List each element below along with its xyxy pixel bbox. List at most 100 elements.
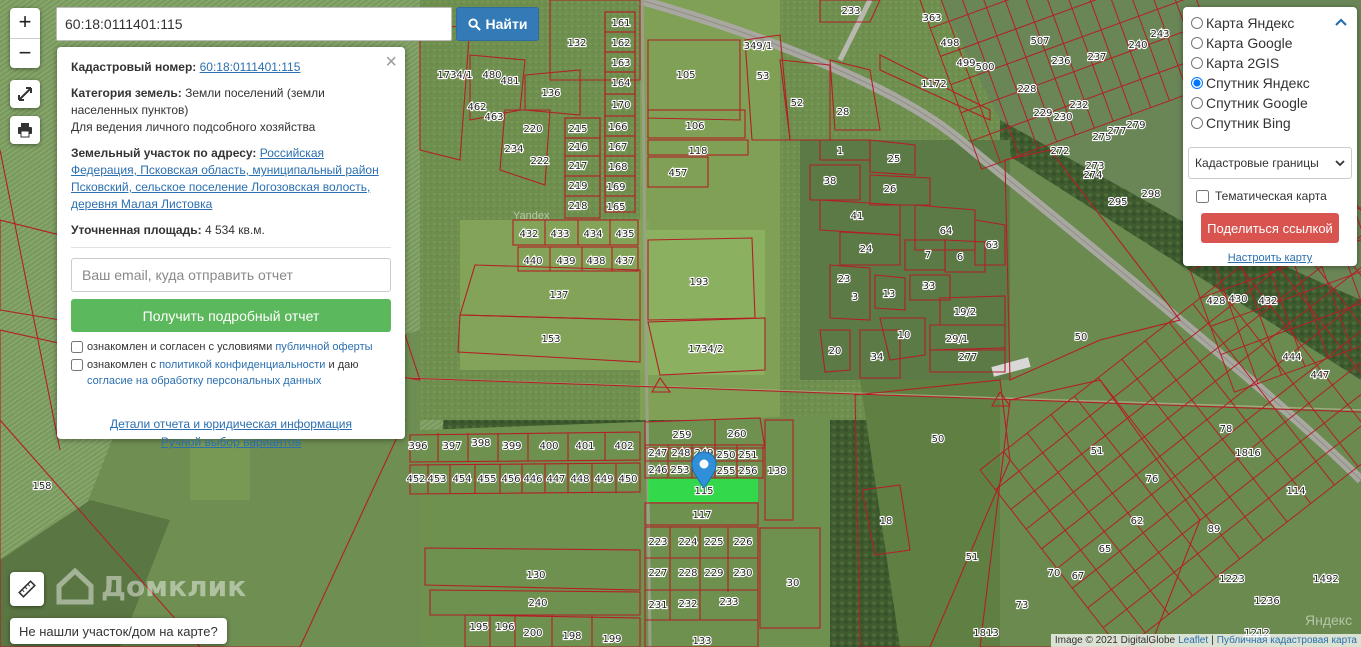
parcel-label[interactable]: 51 xyxy=(1090,445,1105,458)
parcel-label[interactable]: 433 xyxy=(549,228,570,241)
parcel-label[interactable]: 18 xyxy=(879,515,894,528)
parcel-label[interactable]: 444 xyxy=(1281,351,1302,364)
layer-option[interactable]: Карта Google xyxy=(1191,33,1349,53)
parcel-label[interactable]: 222 xyxy=(529,155,550,168)
parcel-label[interactable]: 89 xyxy=(1207,523,1222,536)
email-input[interactable] xyxy=(71,258,391,292)
parcel-label[interactable]: 246 xyxy=(647,464,668,477)
parcel-label[interactable]: 430 xyxy=(1227,293,1248,306)
parcel-label[interactable]: 52 xyxy=(790,97,805,110)
parcel-label[interactable]: 166 xyxy=(607,121,628,134)
parcel-label[interactable]: 401 xyxy=(574,440,595,453)
parcel-label[interactable]: 28 xyxy=(836,106,851,119)
parcel-label[interactable]: 38 xyxy=(823,175,838,188)
parcel-label[interactable]: 130 xyxy=(525,569,546,582)
parcel-label[interactable]: 432 xyxy=(1257,295,1278,308)
parcel-label[interactable]: 277 xyxy=(1106,125,1127,138)
parcel-label[interactable]: 435 xyxy=(614,228,635,241)
parcel-label[interactable]: 279 xyxy=(1125,119,1146,132)
parcel-label[interactable]: 446 xyxy=(522,473,543,486)
parcel-label[interactable]: 223 xyxy=(647,536,668,549)
print-button[interactable] xyxy=(10,116,40,144)
parcel-label[interactable]: 260 xyxy=(726,428,747,441)
parcel-label[interactable]: 114 xyxy=(1285,485,1306,498)
parcel-label[interactable]: 234 xyxy=(503,143,524,156)
parcel-label[interactable]: 452 xyxy=(405,473,426,486)
parcel-label[interactable]: 162 xyxy=(610,37,631,50)
parcel-label[interactable]: 215 xyxy=(567,123,588,136)
parcel-label[interactable]: 10 xyxy=(897,329,912,342)
not-found-button[interactable]: Не нашли участок/дом на карте? xyxy=(10,618,227,644)
parcel-label[interactable]: 457 xyxy=(667,167,688,180)
parcel-label[interactable]: 437 xyxy=(614,255,635,268)
parcel-label[interactable]: 434 xyxy=(582,228,603,241)
layer-option[interactable]: Спутник Bing xyxy=(1191,113,1349,133)
parcel-label[interactable]: 41 xyxy=(850,210,865,223)
parcel-label[interactable]: 1236 xyxy=(1253,595,1281,608)
parcel-label[interactable]: 200 xyxy=(522,627,543,640)
parcel-label[interactable]: 164 xyxy=(610,77,631,90)
parcel-label[interactable]: 454 xyxy=(451,473,472,486)
parcel-label[interactable]: 397 xyxy=(441,440,462,453)
parcel-label[interactable]: 195 xyxy=(468,621,489,634)
thematic-checkbox[interactable] xyxy=(1196,189,1209,203)
parcel-label[interactable]: 399 xyxy=(501,440,522,453)
parcel-label[interactable]: 167 xyxy=(607,141,628,154)
parcel-label[interactable]: 24 xyxy=(859,243,874,256)
parcel-label[interactable]: 253 xyxy=(669,464,690,477)
cadastral-number-link[interactable]: 60:18:0111401:115 xyxy=(200,60,301,74)
parcel-label[interactable]: 137 xyxy=(548,289,569,302)
parcel-label[interactable]: 247 xyxy=(647,447,668,460)
report-details-link[interactable]: Детали отчета и юридическая информация xyxy=(110,417,352,431)
parcel-label[interactable]: 398 xyxy=(470,437,491,450)
parcel-label[interactable]: 216 xyxy=(567,141,588,154)
layer-radio[interactable] xyxy=(1191,77,1203,89)
parcel-label[interactable]: 198 xyxy=(561,630,582,643)
parcel-label[interactable]: 1813 xyxy=(972,627,1000,640)
parcel-label[interactable]: 447 xyxy=(545,473,566,486)
parcel-label[interactable]: 463 xyxy=(483,111,504,124)
parcel-label[interactable]: 230 xyxy=(732,567,753,580)
parcel-label[interactable]: 163 xyxy=(610,57,631,70)
parcel-label[interactable]: 193 xyxy=(688,276,709,289)
parcel-label[interactable]: 29/1 xyxy=(945,333,970,346)
parcel-label[interactable]: 229 xyxy=(1032,107,1053,120)
parcel-label[interactable]: 217 xyxy=(567,160,588,173)
parcel-label[interactable]: 228 xyxy=(677,567,698,580)
parcel-label[interactable]: 20 xyxy=(828,345,843,358)
parcel-label[interactable]: 480 xyxy=(481,69,502,82)
zoom-in-button[interactable]: + xyxy=(10,8,40,38)
parcel-label[interactable]: 450 xyxy=(617,473,638,486)
source-link[interactable]: Публичная кадастровая карта xyxy=(1217,635,1357,646)
parcel-label[interactable]: 295 xyxy=(1107,196,1128,209)
offer-checkbox[interactable] xyxy=(71,341,83,353)
parcel-label[interactable]: 439 xyxy=(555,255,576,268)
parcel-label[interactable]: 165 xyxy=(605,201,626,214)
personal-data-link[interactable]: согласие на обработку персональных данны… xyxy=(87,375,321,387)
parcel-label[interactable]: 132 xyxy=(566,37,587,50)
layer-radio[interactable] xyxy=(1191,57,1203,69)
parcel-label[interactable]: 1 xyxy=(836,145,845,158)
parcel-label[interactable]: 231 xyxy=(647,599,668,612)
parcel-label[interactable]: 438 xyxy=(585,255,606,268)
parcel-label[interactable]: 23 xyxy=(837,273,852,286)
parcel-label[interactable]: 277 xyxy=(957,351,978,364)
layer-option[interactable]: Карта 2GIS xyxy=(1191,53,1349,73)
parcel-label[interactable]: 225 xyxy=(703,536,724,549)
parcel-label[interactable]: 251 xyxy=(737,449,758,462)
parcel-label[interactable]: 25 xyxy=(887,153,902,166)
parcel-label[interactable]: 440 xyxy=(522,255,543,268)
manual-choice-link[interactable]: Ручной выбор вариантов xyxy=(161,435,301,449)
parcel-label[interactable]: 240 xyxy=(527,597,548,610)
parcel-label[interactable]: 76 xyxy=(1145,473,1160,486)
parcel-label[interactable]: 50 xyxy=(931,433,946,446)
parcel-label[interactable]: 226 xyxy=(732,536,753,549)
parcel-label[interactable]: 363 xyxy=(921,12,942,25)
parcel-label[interactable]: 64 xyxy=(939,225,954,238)
parcel-label[interactable]: 220 xyxy=(522,123,543,136)
parcel-label[interactable]: 274 xyxy=(1082,169,1103,182)
parcel-label[interactable]: 448 xyxy=(569,473,590,486)
parcel-label[interactable]: 500 xyxy=(974,61,995,74)
parcel-label[interactable]: 30 xyxy=(786,577,801,590)
parcel-label[interactable]: 1734/1 xyxy=(436,69,473,82)
